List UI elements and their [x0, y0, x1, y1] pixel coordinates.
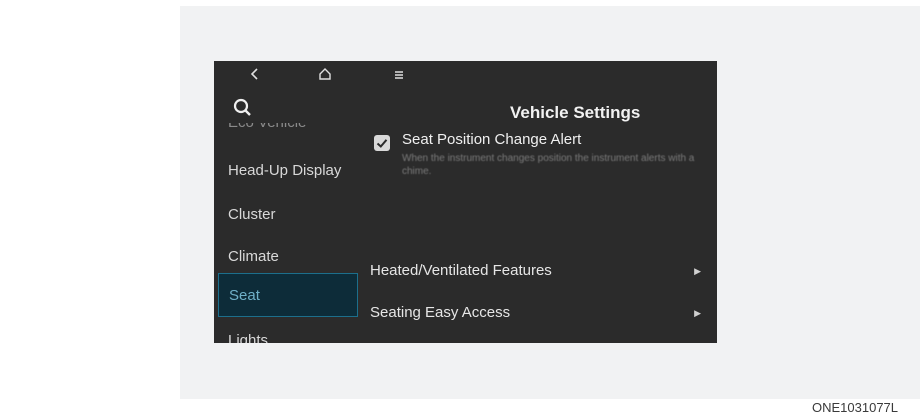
row-label: Seating Easy Access — [370, 304, 511, 321]
sidebar-item-head-up-display[interactable]: Head-Up Display — [218, 149, 358, 193]
page-title: Vehicle Settings — [510, 103, 641, 122]
menu-icon[interactable] — [388, 67, 410, 87]
settings-content: Seat Position Change Alert When the inst… — [364, 123, 717, 343]
sidebar-item-eco-vehicle[interactable]: Eco Vehicle — [218, 123, 358, 145]
sidebar-item-seat[interactable]: Seat — [218, 273, 358, 317]
top-nav-bar — [214, 61, 717, 91]
triangle-right-icon: ▶ — [694, 266, 701, 276]
sidebar-item-lights[interactable]: Lights — [218, 319, 358, 343]
chevron-left-icon[interactable] — [244, 67, 266, 87]
infotainment-screen: Vehicle Settings Eco Vehicle Head-Up Dis… — [214, 61, 717, 343]
sidebar-item-cluster[interactable]: Cluster — [218, 193, 358, 237]
home-icon[interactable] — [314, 67, 336, 87]
triangle-right-icon: ▶ — [694, 308, 701, 318]
row-label: Heated/Ventilated Features — [370, 262, 552, 279]
seat-alert-checkbox[interactable] — [374, 135, 390, 151]
seating-easy-access-item[interactable]: Seating Easy Access ▶ — [364, 293, 709, 333]
search-icon[interactable] — [232, 97, 254, 119]
sidebar: Eco Vehicle Head-Up Display Cluster Clim… — [214, 123, 360, 343]
heated-ventilated-features-item[interactable]: Heated/Ventilated Features ▶ — [364, 251, 709, 291]
seat-alert-label: Seat Position Change Alert — [402, 131, 582, 148]
seat-alert-description: When the instrument changes position the… — [402, 153, 695, 177]
